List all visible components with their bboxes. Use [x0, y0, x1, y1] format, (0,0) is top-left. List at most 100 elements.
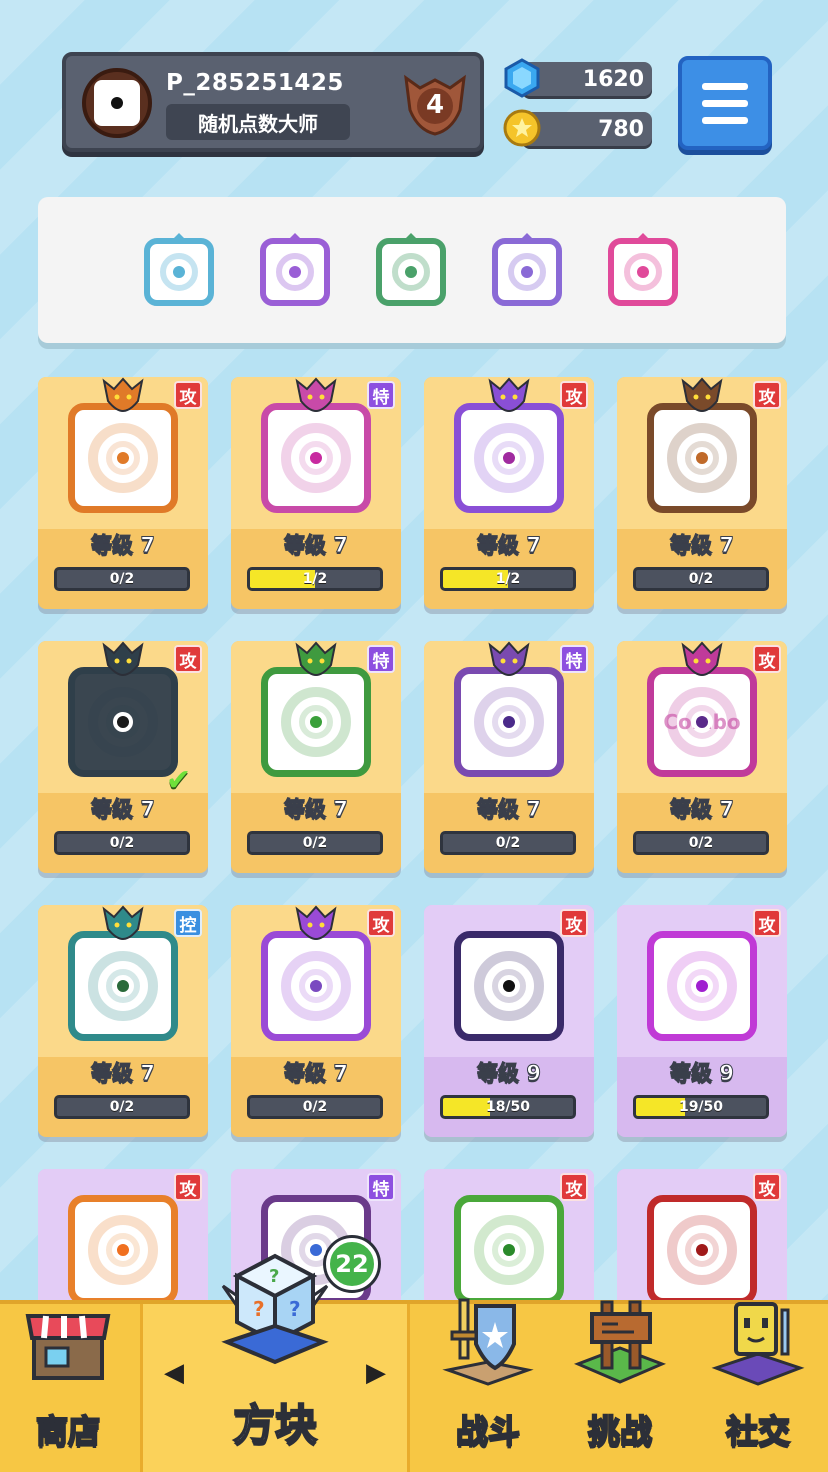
upgrade-progress-bar: 1/2 [247, 567, 383, 591]
special-tag: 特 [367, 381, 395, 409]
dice-card[interactable]: 攻 ✔ 等级 7 0/2 [38, 641, 208, 873]
upgrade-progress-text: 0/2 [495, 835, 521, 851]
profile-panel[interactable]: P_285251425 随机点数大师 4 [62, 52, 484, 152]
deck-slot-2[interactable] [257, 231, 335, 309]
upgrade-progress-bar: 1/2 [440, 567, 576, 591]
dice-face [454, 1195, 564, 1305]
dice-pip [113, 712, 133, 732]
nav-battle[interactable]: 战斗 [420, 1298, 556, 1472]
dice-face [647, 1195, 757, 1305]
dice-level: 等级 7 [91, 533, 156, 558]
attack-tag: 攻 [174, 381, 202, 409]
dice-card[interactable]: 特等级 7 0/2 [231, 641, 401, 873]
attack-tag: 攻 [560, 1173, 588, 1201]
dragon-crest-icon [102, 377, 144, 413]
gem-icon [504, 58, 540, 98]
dragon-crest-icon [295, 641, 337, 677]
dice-face [68, 931, 178, 1041]
gem-counter[interactable]: 1620 [502, 58, 652, 98]
upgrade-progress-text: 0/2 [688, 571, 714, 587]
upgrade-progress-text: 0/2 [302, 835, 328, 851]
dice-pip [306, 712, 326, 732]
dice-pip [113, 448, 133, 468]
upgrade-progress-bar: 0/2 [633, 831, 769, 855]
upgrade-progress-bar: 0/2 [54, 567, 190, 591]
dice-card[interactable]: Combo攻等级 7 0/2 [617, 641, 787, 873]
avatar[interactable] [82, 68, 152, 138]
dice-card[interactable]: 攻等级 9 19/50 [617, 905, 787, 1137]
dice-face [647, 931, 757, 1041]
deck-panel [38, 197, 786, 343]
upgrade-progress-bar: 0/2 [247, 1095, 383, 1119]
dice-level: 等级 7 [91, 1061, 156, 1086]
nav-social[interactable]: 社交 [690, 1302, 826, 1472]
dragon-crest-icon [102, 905, 144, 941]
upgrade-progress-bar: 0/2 [247, 831, 383, 855]
special-tag: 特 [560, 645, 588, 673]
attack-tag: 攻 [560, 909, 588, 937]
new-dice-count-badge: 22 [326, 1238, 378, 1290]
wind-die-icon [144, 233, 214, 306]
arrow-right-icon[interactable]: ▶ [366, 1358, 386, 1388]
attack-tag: 攻 [560, 381, 588, 409]
dice-card[interactable]: 特等级 7 1/2 [231, 377, 401, 609]
dice-level: 等级 9 [477, 1061, 542, 1086]
dice-pip [499, 712, 519, 732]
dice-card[interactable]: 攻等级 7 0/2 [231, 905, 401, 1137]
deck-slot-3[interactable] [373, 231, 451, 309]
dice-face [261, 931, 371, 1041]
nav-dice[interactable]: ? ? ? 方块 [140, 1253, 410, 1472]
dice-level: 等级 7 [670, 797, 735, 822]
nav-challenge[interactable]: 挑战 [552, 1300, 688, 1472]
dice-card[interactable]: 攻等级 7 1/2 [424, 377, 594, 609]
dice-card[interactable]: 特等级 7 0/2 [424, 641, 594, 873]
special-tag: 特 [367, 645, 395, 673]
dice-avatar-icon [94, 80, 140, 126]
upgrade-progress-bar: 0/2 [440, 831, 576, 855]
rainbow-die-icon [608, 233, 678, 306]
nav-social-label: 社交 [725, 1411, 791, 1451]
dice-level: 等级 7 [477, 797, 542, 822]
deck-slot-1[interactable] [141, 231, 219, 309]
rank-badge[interactable]: 4 [402, 74, 468, 136]
coin-counter[interactable]: 780 [502, 108, 652, 148]
dice-card[interactable]: 攻等级 7 0/2 [38, 377, 208, 609]
dice-level: 等级 9 [670, 1061, 735, 1086]
dice-card[interactable]: 控等级 7 0/2 [38, 905, 208, 1137]
dice-level: 等级 7 [284, 533, 349, 558]
dice-pip [692, 448, 712, 468]
pentagram-die-icon [376, 233, 446, 306]
dice-face [68, 1195, 178, 1305]
upgrade-progress-text: 0/2 [109, 835, 135, 851]
dice-pip [692, 1240, 712, 1260]
dice-cube-icon: ? ? ? [221, 1253, 329, 1365]
deck-slot-5[interactable] [605, 231, 683, 309]
arrow-left-icon[interactable]: ◀ [164, 1358, 184, 1388]
dice-card[interactable]: 攻等级 9 18/50 [424, 905, 594, 1137]
deck-slot-4[interactable] [489, 231, 567, 309]
social-icon [711, 1302, 805, 1386]
dice-face [647, 403, 757, 513]
dragon-crest-icon [295, 905, 337, 941]
dice-face [68, 403, 178, 513]
menu-button[interactable] [678, 56, 772, 150]
player-title: 随机点数大师 [166, 104, 350, 140]
nav-shop[interactable]: 商店 [0, 1304, 136, 1472]
dice-face [454, 667, 564, 777]
svg-text:?: ? [253, 1297, 265, 1321]
dice-pip [306, 448, 326, 468]
light-die-icon [492, 233, 562, 306]
rank-number: 4 [425, 90, 445, 120]
dragon-crest-icon [681, 377, 723, 413]
svg-text:?: ? [269, 1266, 279, 1287]
dice-level: 等级 7 [284, 797, 349, 822]
upgrade-progress-text: 0/2 [688, 835, 714, 851]
dice-face [454, 931, 564, 1041]
gear-die-icon [260, 233, 330, 306]
dice-card[interactable]: 攻等级 7 0/2 [617, 377, 787, 609]
upgrade-progress-bar: 0/2 [633, 567, 769, 591]
attack-tag: 攻 [367, 909, 395, 937]
upgrade-progress-text: 0/2 [109, 1099, 135, 1115]
battle-icon [442, 1298, 534, 1386]
attack-tag: 攻 [174, 645, 202, 673]
